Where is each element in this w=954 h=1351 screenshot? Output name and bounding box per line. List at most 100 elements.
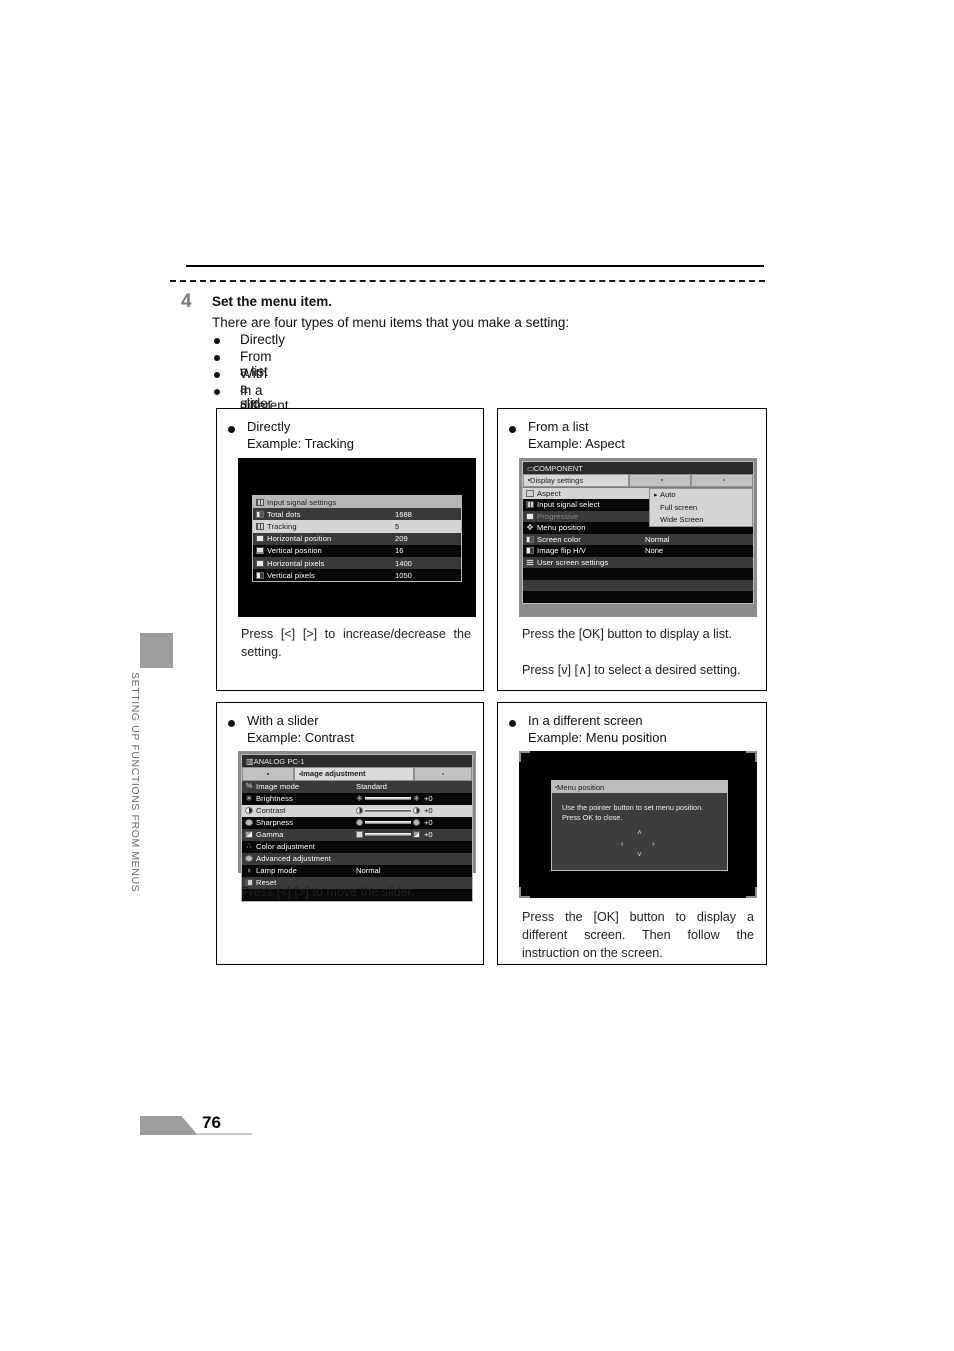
panel-example: Example: Aspect [528,436,625,451]
osd-row-horizontal-position[interactable]: Horizontal position 209 [253,532,461,545]
tab-display-settings[interactable]: Display settings [523,474,629,487]
dialog-title-bar: Menu position [552,781,727,793]
osd-row-advanced-adjustment[interactable]: Advanced adjustment [242,852,472,865]
tab-install-settings[interactable] [414,767,472,781]
panel-caption: Press [<] [>] to increase/decrease the s… [241,627,471,659]
osd-row-value: Normal [645,534,670,544]
bullet-label: Directly [240,332,286,347]
dpad-right-icon[interactable]: › [652,839,655,849]
frame-corner-icon [519,887,530,898]
bullet-dot-icon [509,426,516,433]
sharpness-slider[interactable]: +0 [356,818,468,827]
bullet-dot-icon [214,372,220,378]
gamma-max-icon [413,831,420,838]
osd-row-label: Lamp mode [256,866,298,875]
contrast-min-icon [356,807,363,814]
input-select-icon [526,501,534,509]
dropdown-option-auto[interactable]: ▸ Auto [650,489,752,502]
gamma-min-icon [356,831,363,838]
brightness-slider[interactable]: ✳ ✳ +0 [356,794,468,803]
panel-example: Example: Menu position [528,730,667,745]
dropdown-option-full-screen[interactable]: Full screen [650,501,752,514]
osd-row-horizontal-pixels[interactable]: Horizontal pixels 1400 [253,556,461,570]
header-rule-dashed [170,280,765,282]
dpad-down-icon[interactable]: ˅ [637,850,642,860]
gamma-slider[interactable]: +0 [356,830,468,839]
osd-source-label: ANALOG PC-1 [253,756,305,766]
pointer-dpad[interactable]: ˄ ‹ › ˅ [562,828,717,862]
osd-menu-title-label: Input signal settings [267,497,337,507]
chapter-tab-label: SETTING UP FUNCTIONS FROM MENUS [129,672,141,893]
footer-rule-dark [140,1133,196,1135]
panel-caption: Press [<] [>] to move the slider. [241,885,415,899]
slider-track[interactable] [365,821,411,824]
contrast-max-icon [413,807,420,814]
menu-position-dialog: Menu position Use the pointer button to … [551,780,728,871]
aspect-dropdown-list[interactable]: ▸ Auto Full screen Wide Screen [649,487,753,527]
osd-row-user-screen-settings[interactable]: User screen settings [523,556,753,568]
osd-row-sharpness[interactable]: Sharpness +0 [242,816,472,829]
panel-in-a-different-screen: In a different screen Example: Menu posi… [497,702,767,965]
osd-row-lamp-mode[interactable]: ♀ Lamp mode Normal [242,864,472,877]
dropdown-option-wide-screen[interactable]: Wide Screen [650,514,752,527]
osd-row-value: 209 [395,534,408,544]
panel-from-a-list: From a list Example: Aspect ▭ COMPONENT … [497,408,767,691]
tracking-icon [256,522,264,530]
contrast-icon [245,807,253,814]
bullet-dot-icon [509,720,516,727]
dpad-up-icon[interactable]: ˄ [637,828,642,838]
osd-row-label: Horizontal position [267,534,332,544]
user-screen-icon [526,558,534,566]
osd-row-label: Advanced adjustment [256,854,331,863]
step-subtitle: There are four types of menu items that … [212,315,570,330]
osd-row-value: None [645,546,664,556]
osd-row-image-mode[interactable]: % Image mode Standard [242,780,472,793]
dropdown-option-label: Full screen [660,502,698,512]
osd-row-value: 1688 [395,509,412,519]
osd-row-empty [523,568,753,580]
tab-image-adjustment[interactable] [629,474,691,487]
dpad-left-icon[interactable]: ‹ [621,839,624,849]
panel-title: With a slider [247,713,319,728]
osd-row-label: Sharpness [256,818,294,827]
tab-display-settings[interactable] [242,767,294,781]
chapter-tab-marker [140,633,173,668]
osd-row-vertical-position[interactable]: Vertical position 16 [253,544,461,557]
osd-row-gamma[interactable]: Gamma +0 [242,828,472,841]
screen-color-icon [526,535,534,543]
osd-row-image-flip[interactable]: Image flip H/V None [523,545,753,557]
dialog-body: Use the pointer button to set menu posit… [552,793,727,862]
osd-row-label: Gamma [256,830,284,839]
osd-row-vertical-pixels[interactable]: Vertical pixels 1050 [253,569,461,582]
panel-caption-line1: Press the [OK] button to display a list. [522,627,732,641]
osd-display-settings-menu: ▭ COMPONENT Display settings Aspect Inpu… [522,461,754,604]
dialog-title-label: Menu position [557,782,605,792]
osd-row-tracking[interactable]: Tracking 5 [253,520,461,533]
page-number: 76 [202,1113,221,1132]
osd-row-total-dots[interactable]: Total dots 1688 [253,508,461,521]
v-position-icon [256,547,264,555]
image-mode-icon: % [245,783,253,790]
osd-row-label: Vertical pixels [267,570,315,580]
tab-install-settings[interactable] [691,474,753,487]
osd-row-value: 5 [395,521,400,531]
osd-row-contrast[interactable]: Contrast +0 [242,804,472,817]
slider-track[interactable] [365,809,411,812]
contrast-slider[interactable]: +0 [356,806,468,815]
osd-row-label: Screen color [537,534,581,544]
slider-track[interactable] [365,833,411,836]
tab-image-adjustment[interactable]: Image adjustment [294,767,414,781]
osd-row-value: 1400 [395,558,412,568]
slider-track[interactable] [365,797,411,800]
panel-header: In a different screen Example: Menu posi… [498,703,766,746]
osd-row-screen-color[interactable]: Screen color Normal [523,533,753,545]
manual-page: SETTING UP FUNCTIONS FROM MENUS 4 Set th… [0,0,954,1351]
brightness-max-icon: ✳ [413,794,420,803]
dialog-instruction-line2: Press OK to close. [562,812,623,822]
footer-shape [140,1116,196,1133]
osd-row-color-adjustment[interactable]: ∴ Color adjustment [242,840,472,853]
frame-corner-icon [746,887,757,898]
frame-corner-icon [519,751,530,762]
osd-row-brightness[interactable]: ✳ Brightness ✳ ✳ +0 [242,792,472,805]
osd-item-list: Aspect Input signal select Progressive ✥… [523,487,753,603]
